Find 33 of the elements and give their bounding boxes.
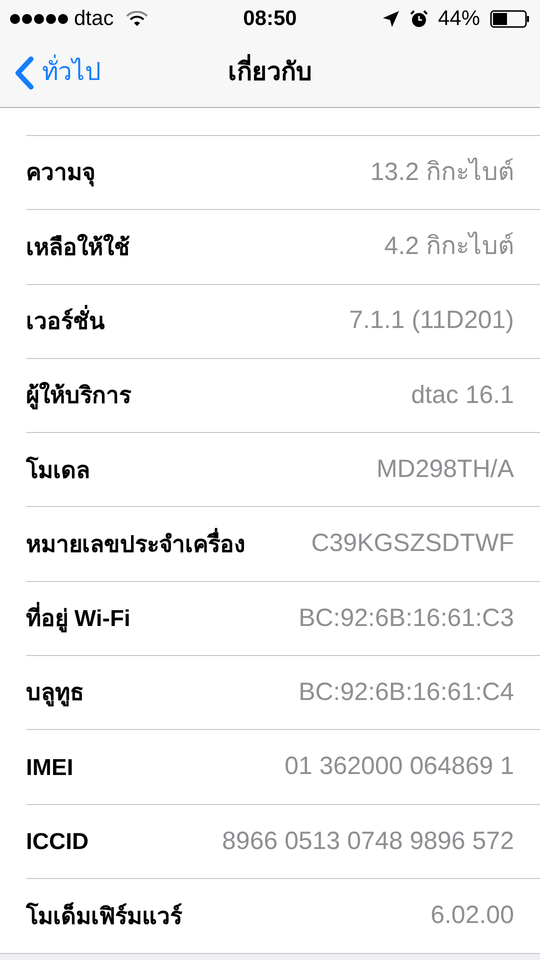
- row-label: บลูทูธ: [26, 678, 84, 708]
- row-value: 6.02.00: [430, 900, 514, 932]
- row-label: ผู้ให้บริการ: [26, 380, 131, 412]
- row-value: 8966 0513 0748 9896 572: [222, 826, 514, 857]
- row-label: เหลือให้ใช้: [26, 232, 130, 262]
- row-label: โมเด็มเฟิร์มแวร์: [26, 901, 182, 931]
- row-value: 01 362000 064869 1: [284, 751, 514, 782]
- signal-icon: [10, 14, 68, 24]
- row-value: 7.1.1 (11D201): [349, 305, 514, 336]
- alarm-clock-icon: [410, 10, 428, 28]
- row-value: dtac 16.1: [411, 380, 514, 411]
- row-value: BC:92:6B:16:61:C4: [298, 676, 514, 708]
- row-label: เวอร์ชั่น: [26, 304, 105, 338]
- row-value: MD298TH/A: [376, 454, 514, 486]
- row-label: ความจุ: [26, 158, 95, 188]
- row-value: C39KGSZSDTWF: [311, 528, 514, 560]
- location-arrow-icon: [382, 10, 400, 28]
- row-value: BC:92:6B:16:61:C3: [298, 602, 514, 634]
- row-label: โมเดล: [26, 456, 90, 485]
- battery-icon: [490, 10, 530, 28]
- nav-title: เกี่ยวกับ: [228, 54, 312, 92]
- row-label: ที่อยู่ Wi-Fi: [26, 601, 130, 636]
- row-value: 13.2 กิกะไบต์: [370, 156, 514, 188]
- row-label: IMEI: [26, 752, 74, 782]
- battery-percent: 44%: [438, 6, 480, 32]
- row-value: 4.2 กิกะไบต์: [384, 230, 514, 262]
- carrier-name: dtac: [74, 6, 114, 32]
- row-label: หมายเลขประจำเครื่อง: [26, 526, 245, 562]
- back-button[interactable]: ทั่วไป: [0, 54, 101, 92]
- row-label: ICCID: [26, 827, 89, 856]
- wifi-icon: [126, 11, 148, 27]
- clock-time: 08:50: [243, 6, 297, 32]
- chevron-left-icon: [14, 56, 34, 90]
